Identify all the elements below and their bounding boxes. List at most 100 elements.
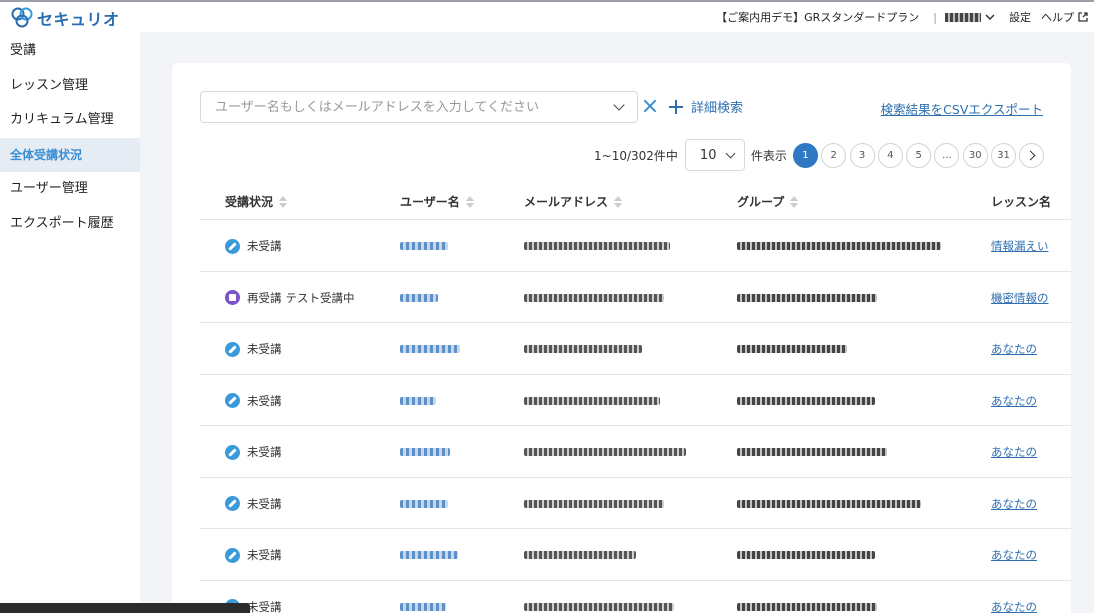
group-redacted xyxy=(737,293,877,302)
username-redacted[interactable] xyxy=(400,345,460,353)
status-cell: 未受講 xyxy=(225,238,282,254)
advanced-search-button[interactable]: 詳細検索 xyxy=(669,97,743,116)
lesson-link[interactable]: 機密情報の xyxy=(991,290,1049,306)
email-redacted xyxy=(524,551,636,559)
advanced-search-label: 詳細検索 xyxy=(691,101,744,116)
group-redacted xyxy=(737,551,875,559)
status-card: 詳細検索 検索結果をCSVエクスポート 1~10/302件中 10 件表示 1 … xyxy=(172,63,1071,613)
plan-label: 【ご案内用デモ】GRスタンダードプラン xyxy=(716,11,920,24)
sidebar-item-overall-status[interactable]: 全体受講状況 xyxy=(0,137,140,172)
header-separator: | xyxy=(933,10,937,24)
next-page-icon[interactable] xyxy=(1019,142,1045,168)
status-label: 再受講 xyxy=(247,290,282,305)
group-redacted xyxy=(737,448,887,456)
help-link[interactable]: ヘルプ xyxy=(1041,9,1088,25)
status-cell: 再受講 テスト受講中 xyxy=(225,290,355,306)
sidebar-item-users[interactable]: ユーザー管理 xyxy=(0,172,140,207)
page-button[interactable]: 5 xyxy=(906,142,932,168)
column-header-label: グループ xyxy=(737,195,785,209)
table-row[interactable]: 未受講 情報漏えい xyxy=(200,220,1071,272)
group-redacted xyxy=(737,396,875,405)
pencil-icon xyxy=(225,393,240,408)
status-label: 未受講 xyxy=(247,393,282,408)
logo[interactable]: セキュリオ xyxy=(0,2,140,34)
status-cell: 未受講 xyxy=(225,547,282,563)
settings-link[interactable]: 設定 xyxy=(1009,9,1031,25)
sidebar-item-lessons[interactable]: レッスン管理 xyxy=(0,69,140,104)
status-label: 未受講 xyxy=(247,496,282,511)
page-button[interactable]: 2 xyxy=(821,142,847,168)
browser-status-bar xyxy=(0,603,250,613)
table-row[interactable]: 未受講 あなたの xyxy=(200,529,1071,581)
status-label: 未受講 xyxy=(247,239,282,253)
per-page-select[interactable]: 10 xyxy=(684,139,745,171)
clear-search-icon[interactable] xyxy=(642,98,658,114)
page-button[interactable]: 1 xyxy=(792,142,818,168)
page-button[interactable]: 31 xyxy=(991,142,1017,168)
table-row[interactable]: 未受講 あなたの xyxy=(200,478,1071,529)
username-redacted[interactable] xyxy=(400,602,446,611)
status-label: 未受講 xyxy=(247,548,282,562)
user-search-combobox[interactable] xyxy=(200,91,638,123)
page-button[interactable]: 3 xyxy=(849,142,875,168)
user-menu[interactable] xyxy=(945,12,995,22)
lesson-link[interactable]: あなたの xyxy=(991,444,1037,460)
column-header-email[interactable]: メールアドレス xyxy=(524,193,623,210)
lesson-link[interactable]: 情報漏えい xyxy=(991,238,1049,254)
status-cell: 未受講 xyxy=(225,444,282,460)
status-cell: 未受講 xyxy=(225,393,282,409)
email-redacted xyxy=(524,499,664,508)
pencil-icon xyxy=(225,547,240,563)
table-row[interactable]: 再受講 テスト受講中 機密情報の xyxy=(200,272,1071,323)
page-button[interactable]: 4 xyxy=(877,142,903,168)
chevron-down-icon xyxy=(985,14,995,21)
table-row[interactable]: 未受講 あなたの xyxy=(200,375,1071,426)
sidebar-item-attend[interactable]: 受講 xyxy=(0,34,140,69)
email-redacted xyxy=(524,448,686,456)
column-header-username[interactable]: ユーザー名 xyxy=(400,193,474,210)
chevron-down-icon[interactable] xyxy=(613,99,625,111)
column-header-label: ユーザー名 xyxy=(400,195,460,209)
group-redacted xyxy=(737,242,941,250)
sidebar-item-export-history[interactable]: エクスポート履歴 xyxy=(0,207,140,242)
group-redacted xyxy=(737,499,921,508)
lesson-link[interactable]: あなたの xyxy=(991,547,1037,563)
username-redacted[interactable] xyxy=(400,396,436,405)
lesson-link[interactable]: あなたの xyxy=(991,496,1037,512)
status-label: 未受講 xyxy=(247,599,282,613)
column-header-lesson[interactable]: レッスン名 xyxy=(991,193,1051,210)
email-redacted xyxy=(524,293,664,302)
sidebar: セキュリオ 受講 レッスン管理 カリキュラム管理 全体受講状況 ユーザー管理 エ… xyxy=(0,2,140,613)
group-redacted xyxy=(737,602,877,611)
column-header-label: 受講状況 xyxy=(225,195,274,209)
logo-icon xyxy=(11,7,33,28)
pencil-icon xyxy=(225,341,240,357)
sort-icon xyxy=(279,195,288,208)
username-redacted[interactable] xyxy=(400,242,448,250)
plus-icon xyxy=(669,99,683,114)
lesson-link[interactable]: あなたの xyxy=(991,341,1037,357)
status-cell: 未受講 xyxy=(225,496,282,512)
csv-export-link[interactable]: 検索結果をCSVエクスポート xyxy=(881,99,1043,118)
email-redacted xyxy=(524,602,674,611)
lesson-link[interactable]: あなたの xyxy=(991,393,1037,409)
status-label: 未受講 xyxy=(247,342,282,356)
page-ellipsis: ... xyxy=(934,142,960,168)
logo-text: セキュリオ xyxy=(37,10,120,29)
table-row[interactable]: 未受講 あなたの xyxy=(200,581,1071,613)
column-header-group[interactable]: グループ xyxy=(737,193,799,210)
username-redacted[interactable] xyxy=(400,448,450,456)
sidebar-item-curriculum[interactable]: カリキュラム管理 xyxy=(0,103,140,138)
per-page-unit: 件表示 xyxy=(750,148,787,163)
pencil-icon xyxy=(225,238,240,254)
username-redacted[interactable] xyxy=(400,293,438,302)
table-row[interactable]: 未受講 あなたの xyxy=(200,323,1071,375)
username-redacted[interactable] xyxy=(400,499,448,508)
lesson-link[interactable]: あなたの xyxy=(991,599,1037,613)
username-redacted[interactable] xyxy=(400,551,458,559)
page-button[interactable]: 30 xyxy=(962,142,988,168)
search-input[interactable] xyxy=(215,99,615,115)
column-header-status[interactable]: 受講状況 xyxy=(225,193,288,210)
table-row[interactable]: 未受講 あなたの xyxy=(200,426,1071,478)
status-label: 未受講 xyxy=(247,445,282,459)
